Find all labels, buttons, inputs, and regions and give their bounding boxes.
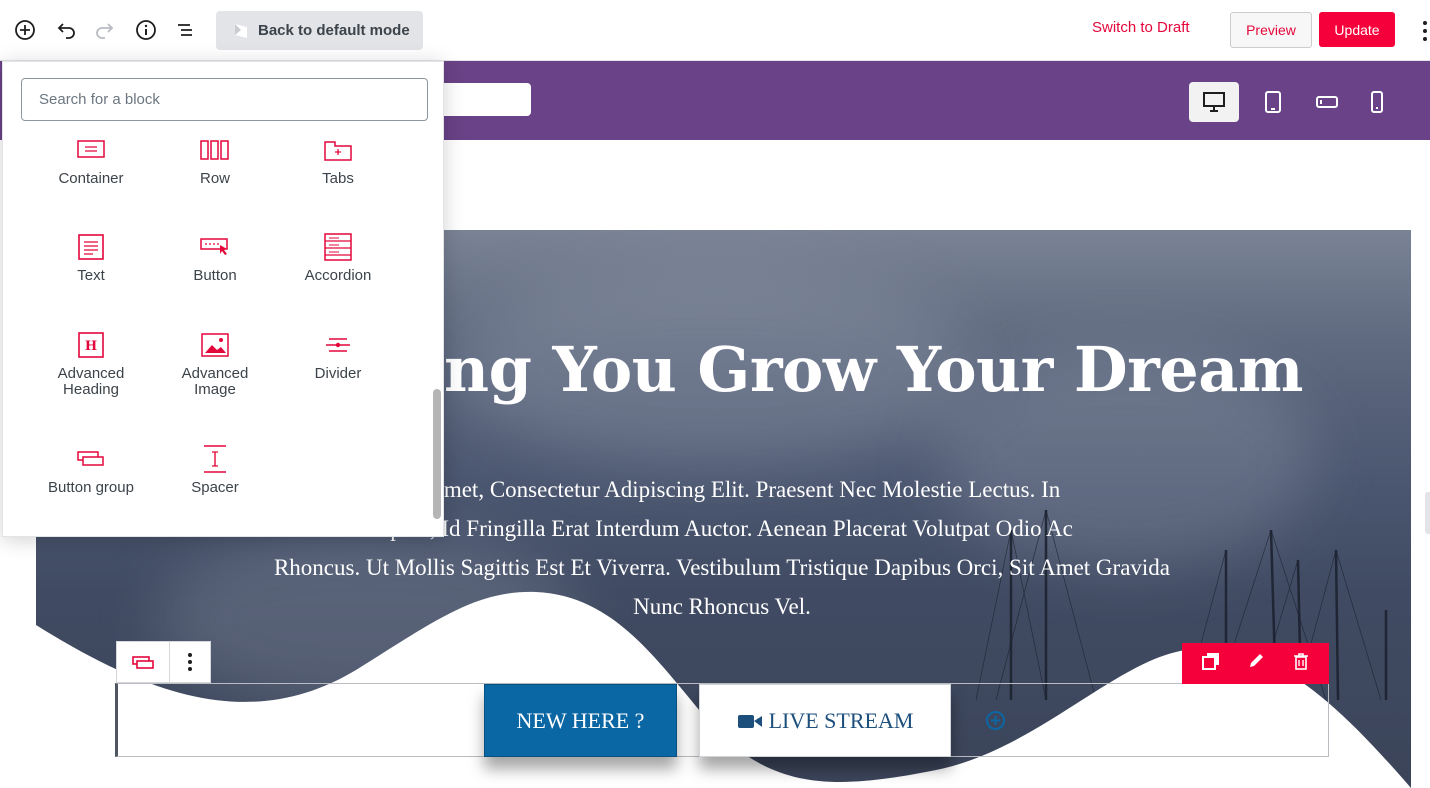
block-item-label: Button group xyxy=(48,479,134,496)
block-item-advanced-heading[interactable]: H Advanced Heading xyxy=(36,330,146,398)
tablet-landscape-view-icon[interactable] xyxy=(1302,82,1352,122)
block-actions-bar xyxy=(1182,643,1329,684)
live-stream-button[interactable]: LIVE STREAM xyxy=(699,684,951,757)
button-group-icon xyxy=(36,444,146,474)
block-item-button-group[interactable]: Button group xyxy=(36,444,146,496)
block-item-label: Advanced Image xyxy=(181,365,249,398)
block-toolbar xyxy=(116,641,211,683)
add-block-icon[interactable] xyxy=(12,17,38,43)
divider-icon xyxy=(283,330,393,360)
mobile-view-icon[interactable] xyxy=(1352,82,1402,122)
block-item-tabs[interactable]: Tabs xyxy=(283,138,393,187)
video-camera-icon xyxy=(737,714,762,728)
preview-button[interactable]: Preview xyxy=(1230,12,1312,48)
block-item-label: Accordion xyxy=(304,267,372,284)
spacer-icon xyxy=(160,444,270,474)
block-item-label: Text xyxy=(77,267,105,284)
block-item-spacer[interactable]: Spacer xyxy=(160,444,270,496)
hero-text-line: Rhoncus. Ut Mollis Sagittis Est Et Viver… xyxy=(273,555,1171,580)
block-item-divider[interactable]: Divider xyxy=(283,330,393,382)
back-to-default-mode-label: Back to default mode xyxy=(258,22,410,39)
switch-to-draft-button[interactable]: Switch to Draft xyxy=(1092,19,1190,36)
accordion-icon xyxy=(283,232,393,262)
delete-trash-icon[interactable] xyxy=(1293,652,1309,675)
block-inserter-panel: Search for a block Container Row Tabs Te… xyxy=(2,61,444,537)
info-icon[interactable] xyxy=(133,17,159,43)
undo-icon[interactable] xyxy=(53,17,79,43)
block-item-label: Button xyxy=(193,267,237,284)
advanced-heading-icon: H xyxy=(36,330,146,360)
tabs-icon xyxy=(283,138,393,165)
block-item-label: Advanced Heading xyxy=(57,365,125,398)
block-list: Container Row Tabs Text Button Accordion… xyxy=(3,138,433,536)
more-options-icon[interactable] xyxy=(1421,19,1429,43)
block-item-advanced-image[interactable]: Advanced Image xyxy=(160,330,270,398)
editor-root: Back to default mode Switch to Draft Pre… xyxy=(0,0,1430,788)
container-icon xyxy=(36,138,146,165)
button-icon xyxy=(160,232,270,262)
top-toolbar: Back to default mode Switch to Draft Pre… xyxy=(0,0,1430,61)
hero-text-line: Nunc Rhoncus Vel. xyxy=(633,594,811,619)
block-item-row[interactable]: Row xyxy=(160,138,270,187)
block-search-input[interactable]: Search for a block xyxy=(21,78,428,121)
live-stream-label: LIVE STREAM xyxy=(768,707,914,733)
builder-logo-icon xyxy=(232,22,250,40)
block-navigation-icon[interactable] xyxy=(172,17,198,43)
block-item-accordion[interactable]: Accordion xyxy=(283,232,393,284)
duplicate-icon[interactable] xyxy=(1201,652,1220,675)
block-item-label: Spacer xyxy=(191,479,239,496)
block-item-button[interactable]: Button xyxy=(160,232,270,284)
desktop-view-icon[interactable] xyxy=(1189,82,1239,122)
block-item-label: Divider xyxy=(314,365,362,382)
hero-title: ng You Grow Your Dream xyxy=(444,333,1304,406)
tablet-view-icon[interactable] xyxy=(1248,82,1298,122)
block-item-label: Tabs xyxy=(322,170,354,187)
new-here-button[interactable]: NEW HERE ? xyxy=(484,684,677,757)
text-icon xyxy=(36,232,146,262)
block-item-label: Container xyxy=(58,170,124,187)
sidebar-toggle-tab[interactable] xyxy=(1425,492,1430,534)
update-button[interactable]: Update xyxy=(1319,12,1395,47)
advanced-image-icon xyxy=(160,330,270,360)
edit-pencil-icon[interactable] xyxy=(1247,652,1265,675)
block-more-options-icon[interactable] xyxy=(170,642,210,682)
add-button-icon[interactable] xyxy=(985,710,1006,731)
button-group-block-icon[interactable] xyxy=(117,642,171,682)
block-search-placeholder: Search for a block xyxy=(39,91,160,108)
row-icon xyxy=(160,138,270,165)
back-to-default-mode-button[interactable]: Back to default mode xyxy=(216,11,423,50)
redo-icon[interactable] xyxy=(92,17,118,43)
block-item-label: Row xyxy=(199,170,230,187)
block-item-text[interactable]: Text xyxy=(36,232,146,284)
svg-text:H: H xyxy=(85,339,97,354)
inserter-scrollbar-thumb[interactable] xyxy=(433,389,441,519)
block-item-container[interactable]: Container xyxy=(36,138,146,187)
